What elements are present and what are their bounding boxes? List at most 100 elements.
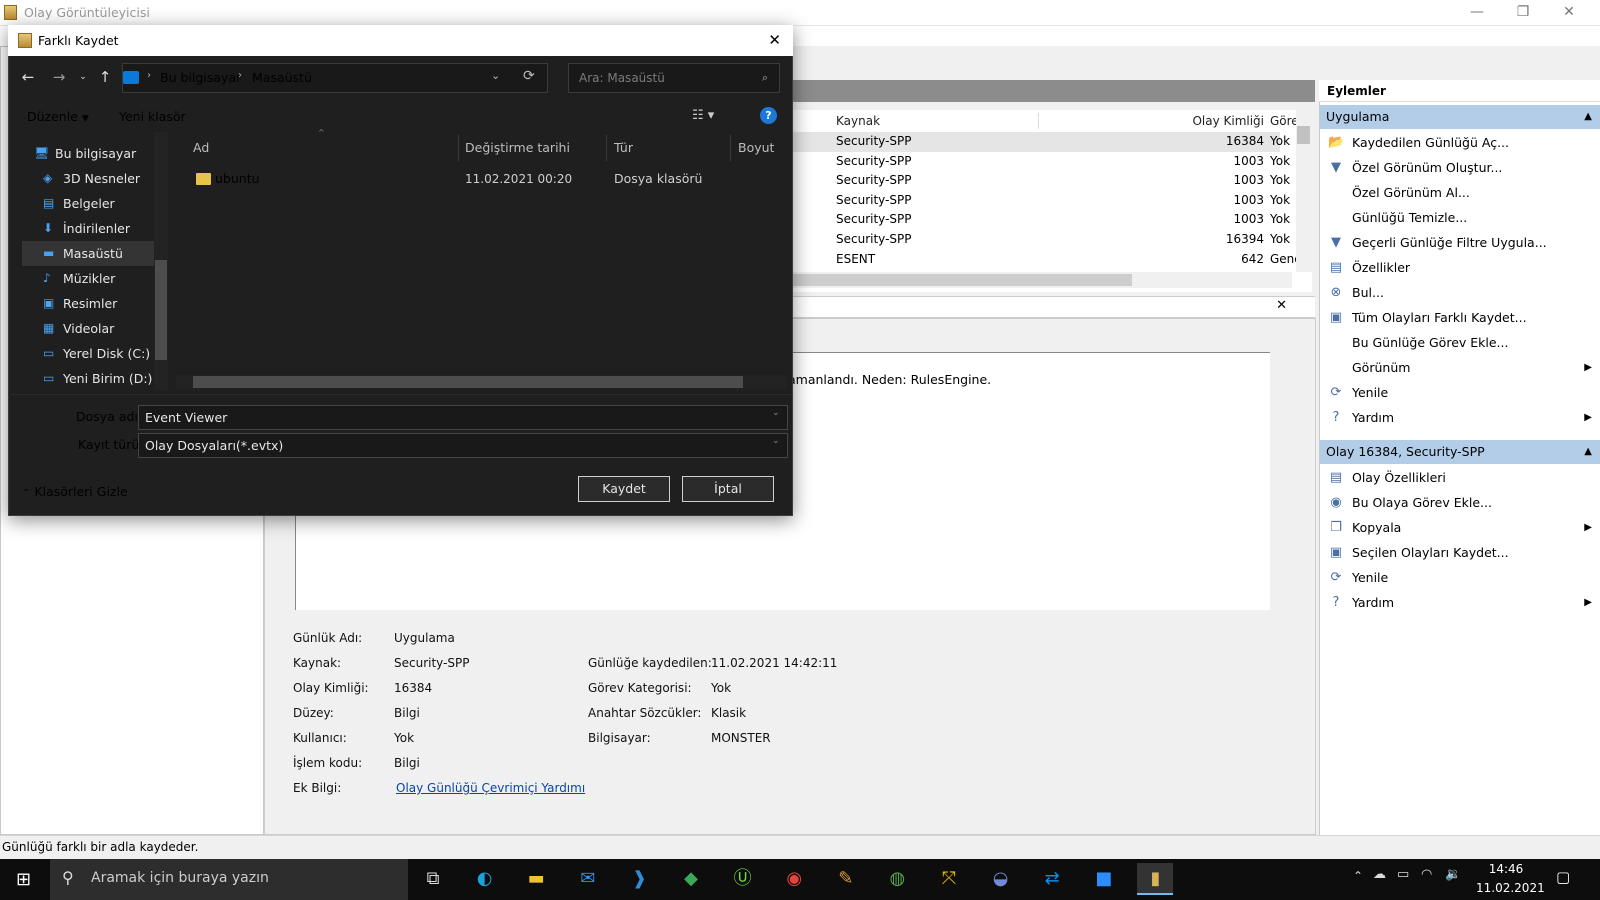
action-item[interactable]: ▤ Olay Özellikleri [1320,465,1600,490]
back-arrow-icon[interactable]: ← [17,66,39,88]
chrome-icon[interactable]: ◉ [776,863,812,895]
online-help-link[interactable]: Olay Günlüğü Çevrimiçi Yardımı [396,781,585,795]
column-event-id[interactable]: Olay Kimliği [1180,110,1264,132]
tree-item[interactable]: ▬ Masaüstü [22,241,162,266]
tree-item[interactable]: ▣ Resimler [22,291,162,316]
address-bar[interactable]: › Bu bilgisayar › Masaüstü ⌄ ⟳ [122,63,548,93]
event-list-hscroll-thumb[interactable] [780,274,1132,286]
new-folder-button[interactable]: Yeni klasör [119,109,186,124]
breadcrumb-desktop[interactable]: Masaüstü [252,70,312,85]
filename-input[interactable]: Event Viewer [138,405,788,430]
collapse-icon[interactable]: ▲ [1584,105,1592,129]
recent-locations-chevron-icon[interactable]: ⌄ [72,66,94,88]
address-dropdown-icon[interactable]: ⌄ [491,69,500,82]
action-item[interactable]: ▼ Özel Görünüm Oluştur... [1320,155,1600,180]
action-item[interactable]: ❐ Kopyala ▶ [1320,515,1600,540]
list-item[interactable]: ubuntu 11.02.2021 00:20 Dosya klasörü [190,168,770,190]
table-row[interactable]: Security-SPP 16394 Yok [780,230,1290,250]
app-arrows-icon[interactable]: ⤧ [931,863,967,895]
volume-icon[interactable]: 🔉 [1445,867,1461,882]
column-name[interactable]: Ad [193,135,209,161]
tree-item[interactable]: ▭ Yerel Disk (C:) [22,341,162,366]
hide-folders-button[interactable]: ⌃ Klasörleri Gizle [22,484,128,499]
table-row[interactable]: Security-SPP 1003 Yok [780,152,1290,172]
action-item[interactable]: Bu Günlüğe Görev Ekle... [1320,330,1600,355]
filetype-select[interactable]: Olay Dosyaları(*.evtx) [138,433,788,458]
minimize-button[interactable]: — [1454,0,1500,26]
dialog-close-button[interactable]: ✕ [768,25,781,56]
cancel-button[interactable]: İptal [682,476,774,502]
view-options-icon[interactable]: ☷ ▾ [692,108,714,123]
refresh-icon[interactable]: ⟳ [523,68,535,84]
table-row[interactable]: Security-SPP 1003 Yok [780,191,1290,211]
filename-dropdown-icon[interactable]: ⌄ [772,408,780,418]
mail-icon[interactable]: ✉ [570,863,606,895]
clock-date[interactable]: 11.02.2021 [1476,881,1545,895]
column-date[interactable]: Değiştirme tarihi [465,135,570,161]
onedrive-icon[interactable]: ☁ [1373,867,1386,882]
table-row[interactable]: Security-SPP 16384 Yok [780,132,1290,152]
tree-item[interactable]: ▦ Videolar [22,316,162,341]
taskbar-search-box[interactable]: ⚲ Aramak için buraya yazın [50,859,408,900]
task-view-icon[interactable]: ⧉ [415,863,451,895]
column-size[interactable]: Boyut [738,135,774,161]
action-item[interactable]: ◉ Bu Olaya Görev Ekle... [1320,490,1600,515]
dialog-search-input[interactable]: Ara: Masaüstü [568,63,780,93]
action-item[interactable]: Özel Görünüm Al... [1320,180,1600,205]
clock-time[interactable]: 14:46 [1476,862,1536,876]
teamviewer-icon[interactable]: ⇄ [1034,863,1070,895]
table-row[interactable]: ESENT 642 Genel [780,250,1305,270]
help-icon[interactable]: ? [760,107,777,124]
action-item[interactable]: ⊗ Bul... [1320,280,1600,305]
tree-item[interactable]: ▤ Belgeler [22,191,162,216]
battery-icon[interactable]: ▭ [1397,867,1409,882]
tree-item[interactable]: ◈ 3D Nesneler [22,166,162,191]
table-row[interactable]: Security-SPP 1003 Yok [780,210,1290,230]
tree-item[interactable]: ⬇ İndirilenler [22,216,162,241]
actions-section-event[interactable]: Olay 16384, Security-SPP ▲ [1320,440,1600,464]
tree-item[interactable]: ▭ Yeni Birim (D:) [22,366,162,391]
upwork-icon[interactable]: Ⓤ [725,863,761,895]
action-item[interactable]: ⟳ Yenile [1320,565,1600,590]
action-item[interactable]: ▤ Özellikler [1320,255,1600,280]
event-viewer-icon[interactable]: ▮ [1137,863,1174,895]
filetype-dropdown-icon[interactable]: ⌄ [772,436,780,446]
action-item[interactable]: ? Yardım ▶ [1320,590,1600,615]
vscode-icon[interactable]: ❱ [621,863,657,895]
organize-button[interactable]: Düzenle ▼ [27,109,89,124]
collapse-icon[interactable]: ▲ [1584,440,1592,464]
action-item[interactable]: ⟳ Yenile [1320,380,1600,405]
event-list-vscroll-thumb[interactable] [1297,126,1310,144]
start-button-icon[interactable]: ⊞ [16,869,31,890]
close-button[interactable]: ✕ [1546,0,1592,26]
app-green-icon[interactable]: ◆ [673,863,709,895]
table-row[interactable]: Security-SPP 1003 Yok [780,171,1290,191]
show-hidden-icons-icon[interactable]: ⌃ [1353,869,1363,883]
file-explorer-icon[interactable]: ▬ [518,863,554,895]
maximize-button[interactable]: ❐ [1500,0,1546,26]
paint-icon[interactable]: ✎ [828,863,864,895]
app-globe-icon[interactable]: ◍ [879,863,915,895]
filelist-hscroll-thumb[interactable] [193,376,743,388]
action-item[interactable]: ? Yardım ▶ [1320,405,1600,430]
action-item[interactable]: 📂 Kaydedilen Günlüğü Aç... [1320,130,1600,155]
event-list[interactable]: Kaynak Olay Kimliği Görev Security-SPP 16… [780,110,1312,292]
tree-vscroll-thumb[interactable] [155,260,167,360]
discord-icon[interactable]: ◒ [983,863,1019,895]
action-item[interactable]: ▣ Tüm Olayları Farklı Kaydet... [1320,305,1600,330]
breadcrumb-this-pc[interactable]: Bu bilgisayar [160,70,241,85]
actions-section-log[interactable]: Uygulama ▲ [1320,105,1600,129]
tree-item[interactable]: ♪ Müzikler [22,266,162,291]
action-item[interactable]: Günlüğü Temizle... [1320,205,1600,230]
zoom-icon[interactable]: ■ [1086,863,1122,895]
action-item[interactable]: ▼ Geçerli Günlüğe Filtre Uygula... [1320,230,1600,255]
up-arrow-icon[interactable]: ↑ [94,66,116,88]
save-button[interactable]: Kaydet [578,476,670,502]
close-detail-icon[interactable]: ✕ [1276,298,1287,313]
column-type[interactable]: Tür [614,135,633,161]
action-item[interactable]: ▣ Seçilen Olayları Kaydet... [1320,540,1600,565]
tree-item[interactable]: 🖥 Bu bilgisayar [22,141,162,166]
notifications-icon[interactable]: ▢ [1556,868,1570,886]
wifi-icon[interactable]: ◠ [1421,867,1432,882]
search-icon[interactable]: ⌕ [762,71,768,85]
